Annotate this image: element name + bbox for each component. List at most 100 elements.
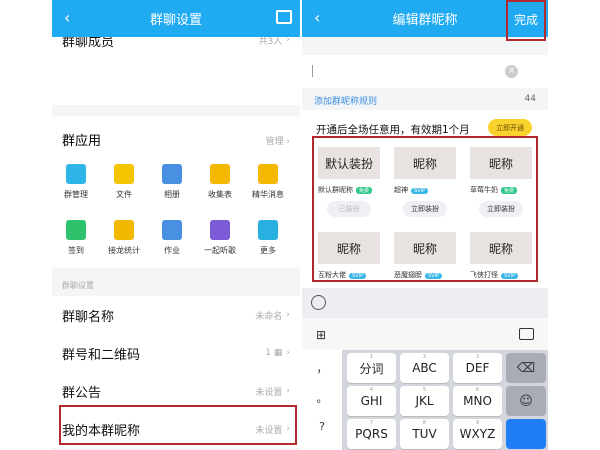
app-9[interactable]: 更多 <box>248 220 288 256</box>
row-value: 1 ▦ <box>265 348 283 358</box>
key-number: 2 <box>422 354 427 360</box>
apps-manage-link[interactable]: 管理 › <box>266 134 290 147</box>
key-number: 1 <box>369 354 374 360</box>
app-1[interactable]: 文件 <box>104 164 144 200</box>
share-icon[interactable] <box>276 10 292 24</box>
app-icon <box>162 164 182 184</box>
key-number: 7 <box>369 420 374 426</box>
settings-row-0[interactable]: 群聊名称 未命名 › <box>52 296 300 334</box>
row-label: 群号和二维码 <box>62 347 141 363</box>
app-icon <box>210 164 230 184</box>
app-label: 一起听歌 <box>204 246 236 255</box>
key-label: ABC <box>412 361 437 375</box>
key-mno[interactable]: 6 MNO <box>453 386 502 416</box>
app-label: 接龙统计 <box>108 246 140 255</box>
key-label: DEF <box>465 361 490 375</box>
apps-grid-icon[interactable]: ⊞ <box>316 328 326 342</box>
edit-nickname-screen: ‹ 编辑群昵称 完成 × 添加群昵称规则 44 开通后全场任意用，有效期1个月 … <box>302 0 548 450</box>
app-icon <box>258 164 278 184</box>
keyboard-toolbar: ⊞ <box>302 318 548 350</box>
manage-label: 管理 <box>265 137 284 147</box>
group-settings-screen: 群聊成员 共3人 › ‹ 群聊设置 群应用 管理 › 群管理 文件 相册 收集表 精华消息… <box>52 0 300 450</box>
apps-title: 群应用 <box>62 134 102 149</box>
key-number: 3 <box>475 354 480 360</box>
key-pqrs[interactable]: 7 PQRS <box>347 419 396 449</box>
row-label: 群聊名称 <box>62 309 115 325</box>
key-label: 分词 <box>359 361 384 376</box>
back-icon[interactable]: ‹ <box>64 8 70 27</box>
key-number: 6 <box>475 387 480 393</box>
app-8[interactable]: 一起听歌 <box>200 220 240 256</box>
app-icon <box>210 220 230 240</box>
page-title: 群聊设置 <box>149 13 202 28</box>
app-label: 相册 <box>164 190 180 199</box>
app-label: 更多 <box>260 246 276 255</box>
key-label: JKL <box>415 394 434 408</box>
key-def[interactable]: 3 DEF <box>453 353 502 383</box>
key-abc[interactable]: 2 ABC <box>400 353 449 383</box>
backspace-key[interactable]: ⌫ <box>506 353 546 383</box>
app-icon <box>114 164 134 184</box>
app-icon <box>162 220 182 240</box>
key-label: PQRS <box>355 427 388 441</box>
back-icon[interactable]: ‹ <box>314 8 320 27</box>
settings-section-label: 群聊设置 <box>62 281 94 290</box>
settings-row-1[interactable]: 群号和二维码 1 ▦ › <box>52 334 300 372</box>
key-jkl[interactable]: 5 JKL <box>400 386 449 416</box>
punctuation-item[interactable]: 。 <box>302 390 342 406</box>
key-wxyz[interactable]: 9 WXYZ <box>453 419 502 449</box>
app-icon <box>114 220 134 240</box>
emoji-bar <box>302 288 548 318</box>
app-4[interactable]: 精华消息 <box>248 164 288 200</box>
clear-icon[interactable]: × <box>505 65 518 78</box>
highlight-box <box>59 405 297 445</box>
key-分词[interactable]: 1 分词 <box>347 353 396 383</box>
app-icon <box>66 164 86 184</box>
chevron-right-icon: › <box>286 348 290 358</box>
char-count: 44 <box>524 94 536 104</box>
header: ‹ 群聊设置 <box>52 0 300 37</box>
key-number: 5 <box>422 387 427 393</box>
page-title: 编辑群昵称 <box>392 13 458 28</box>
row-value: 未命名 <box>255 311 283 322</box>
emoji-key[interactable]: ☺ <box>506 386 546 416</box>
nickname-input[interactable]: × <box>302 55 548 88</box>
app-7[interactable]: 作业 <box>152 220 192 256</box>
row-value: 未设置 <box>255 387 283 398</box>
key-label: TUV <box>412 427 437 441</box>
punctuation-list[interactable]: ， 。? <box>302 350 342 450</box>
add-rule-link[interactable]: 添加群昵称规则 <box>314 94 377 107</box>
key-number: 4 <box>369 387 374 393</box>
highlight-box <box>312 136 538 282</box>
chevron-right-icon: › <box>286 386 290 396</box>
app-label: 作业 <box>164 246 180 255</box>
app-0[interactable]: 群管理 <box>56 164 96 200</box>
key-ghi[interactable]: 4 GHI <box>347 386 396 416</box>
hide-keyboard-icon[interactable] <box>519 328 534 340</box>
app-2[interactable]: 相册 <box>152 164 192 200</box>
punctuation-item[interactable]: ， <box>302 360 342 376</box>
key-label: MNO <box>463 394 492 408</box>
app-3[interactable]: 收集表 <box>200 164 240 200</box>
promo-text: 开通后全场任意用，有效期1个月 <box>316 124 470 136</box>
app-icon <box>258 220 278 240</box>
key-tuv[interactable]: 8 TUV <box>400 419 449 449</box>
app-5[interactable]: 签到 <box>56 220 96 256</box>
keyboard: ，。? 1 分词 2 ABC 3 DEF 4 GHI 5 JKL 6 MNO 7 PQRS 8 TUV 9 WXY… <box>302 350 548 450</box>
apps-section: 群应用 管理 › 群管理 文件 相册 收集表 精华消息签到 接龙统计 作业 一起听歌 更多 <box>52 116 300 268</box>
app-label: 签到 <box>68 246 84 255</box>
app-6[interactable]: 接龙统计 <box>104 220 144 256</box>
text-cursor <box>312 65 313 77</box>
send-key[interactable] <box>506 419 546 449</box>
open-vip-button[interactable]: 立即开通 <box>488 119 532 136</box>
key-number: 9 <box>475 420 480 426</box>
app-label: 精华消息 <box>252 190 284 199</box>
key-label: WXYZ <box>459 427 496 441</box>
chevron-right-icon: › <box>286 310 290 320</box>
app-icon <box>66 220 86 240</box>
punctuation-item[interactable]: ? <box>302 420 342 433</box>
key-number: 8 <box>422 420 427 426</box>
key-label: GHI <box>360 394 383 408</box>
emoji-icon[interactable] <box>311 295 326 310</box>
highlight-box <box>506 0 546 41</box>
